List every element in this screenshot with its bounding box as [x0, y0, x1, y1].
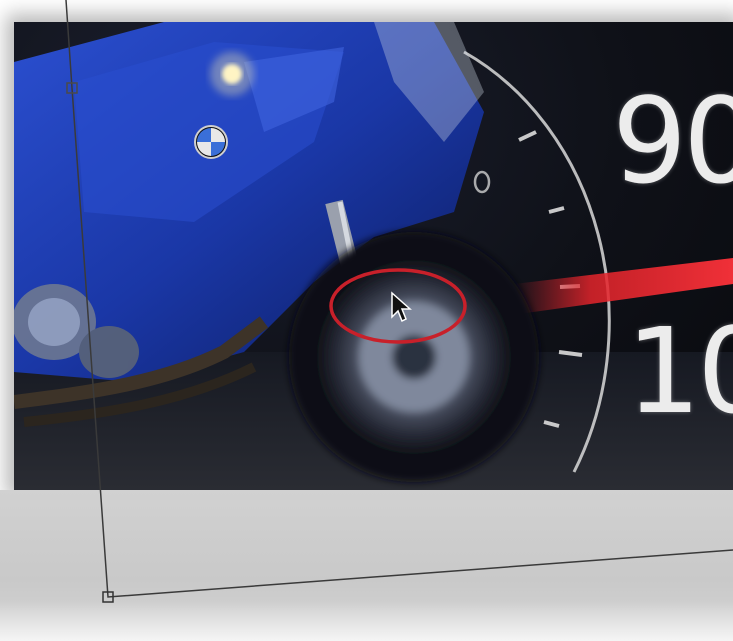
- editor-overlay: [65, 0, 733, 603]
- arrow-cursor-icon: [391, 291, 412, 323]
- vector-path-line[interactable]: [65, 0, 733, 598]
- canvas-area[interactable]: 90 10: [0, 0, 733, 641]
